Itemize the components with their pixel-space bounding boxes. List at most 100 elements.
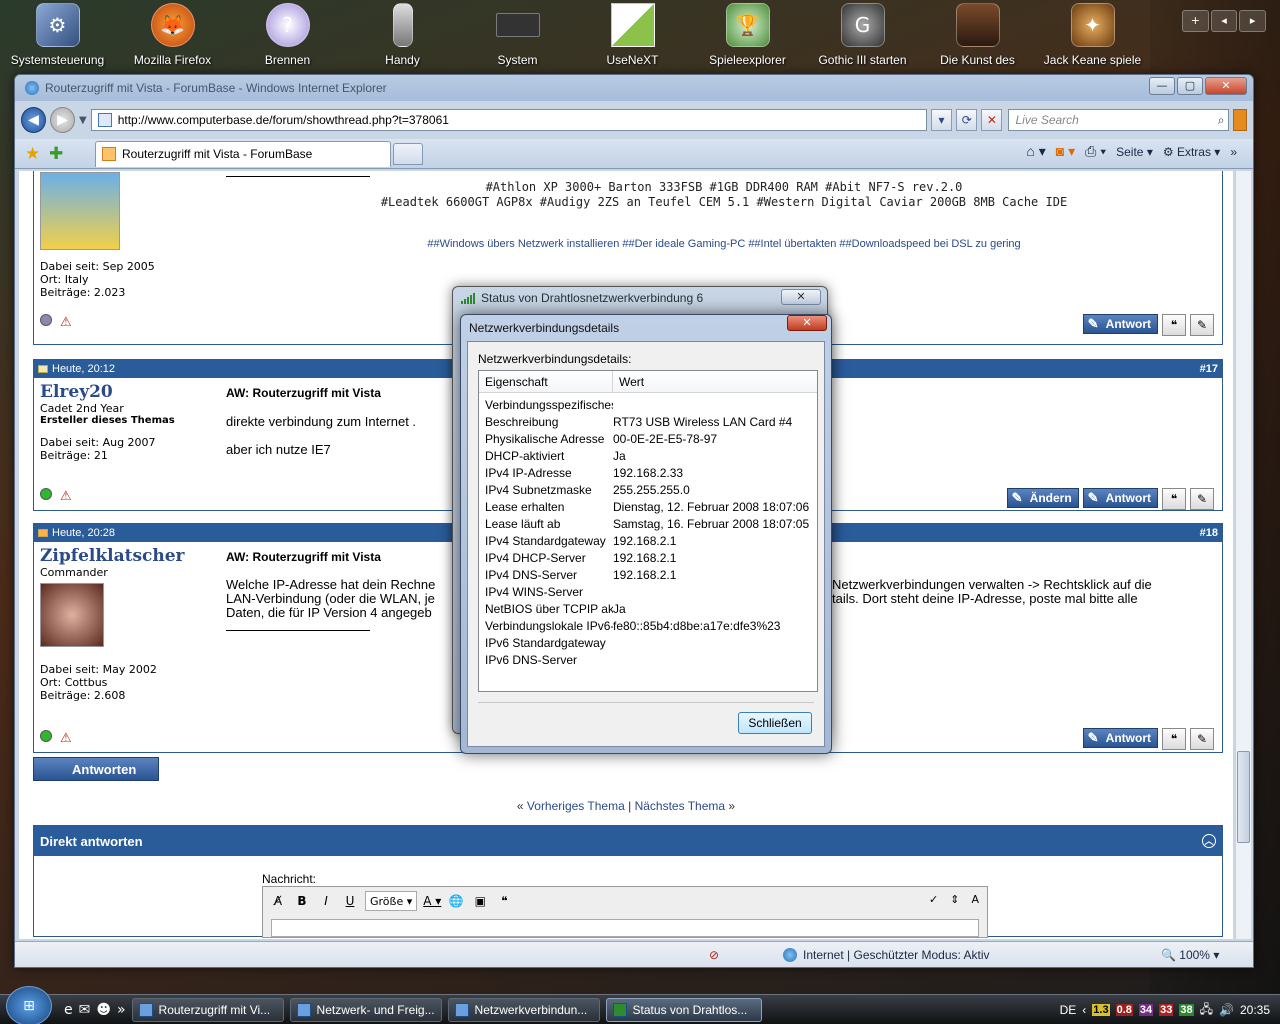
remove-format-icon[interactable]: A̸ xyxy=(269,891,287,911)
quick-reply-button[interactable]: ✎ xyxy=(1190,728,1214,750)
close-button[interactable]: ✕ xyxy=(781,289,821,305)
add-favorite-icon[interactable]: ✚ xyxy=(49,144,73,164)
details-row[interactable]: IPv4 IP-Adresse 192.168.2.33 xyxy=(479,465,817,482)
details-row[interactable]: NetBIOS über TCPIP ak... Ja xyxy=(479,601,817,618)
users-icon[interactable]: ☻ xyxy=(96,1002,111,1018)
details-row[interactable]: IPv4 Subnetzmaske 255.255.255.0 xyxy=(479,482,817,499)
post-number[interactable]: #17 xyxy=(1200,363,1218,375)
bold-button[interactable]: B xyxy=(293,891,311,911)
aendern-button[interactable]: Ändern xyxy=(1006,488,1079,508)
tab-forumbase[interactable]: Routerzugriff mit Vista - ForumBase xyxy=(95,140,391,167)
desktop-icon-systemsteuerung[interactable]: ⚙ Systemsteuerung xyxy=(0,0,115,78)
signature-links[interactable]: ##Windows übers Netzwerk installieren ##… xyxy=(224,238,1224,250)
popup-blocker-icon[interactable]: ⊘ xyxy=(709,948,719,962)
username[interactable]: Zipfelklatscher xyxy=(40,546,185,566)
search-options-button[interactable] xyxy=(1233,109,1247,131)
details-row[interactable]: Lease läuft ab Samstag, 16. Februar 2008 … xyxy=(479,516,817,533)
rss-icon[interactable]: ◙ ▾ xyxy=(1056,143,1075,160)
details-row[interactable]: Verbindungslokale IPv6-... fe80::85b4:d8b… xyxy=(479,618,817,635)
address-dropdown-button[interactable]: ▾ xyxy=(930,109,953,131)
column-header-wert[interactable]: Wert xyxy=(613,371,644,392)
close-button[interactable]: ✕ xyxy=(1205,77,1247,95)
address-bar[interactable]: http://www.computerbase.de/forum/showthr… xyxy=(90,109,927,131)
schliessen-button[interactable]: Schließen xyxy=(738,712,812,734)
history-dropdown-icon[interactable]: ▼ xyxy=(79,115,87,126)
desktop-icon-jack-keane[interactable]: ✦ Jack Keane spiele xyxy=(1035,0,1150,78)
desktop-icon-brennen[interactable]: ? Brennen xyxy=(230,0,345,78)
desktop-icon-kunst[interactable]: Die Kunst des xyxy=(920,0,1035,78)
favorites-star-icon[interactable]: ★ xyxy=(25,144,49,164)
collapse-icon[interactable]: ︿ xyxy=(1202,834,1216,848)
message-textarea[interactable] xyxy=(271,919,979,937)
switch-editor-icon[interactable]: A xyxy=(971,893,979,906)
next-thread-link[interactable]: Nächstes Thema xyxy=(635,799,726,813)
chevron-icon[interactable]: » xyxy=(1230,145,1237,159)
details-list[interactable]: Eigenschaft Wert Verbindungsspezifisches… xyxy=(478,370,818,692)
print-icon[interactable]: ⎙ ▾ xyxy=(1085,143,1106,160)
sidebar-prev-button[interactable]: ◂ xyxy=(1210,10,1238,32)
details-row[interactable]: IPv4 DNS-Server 192.168.2.1 xyxy=(479,567,817,584)
details-row[interactable]: Verbindungsspezifisches... xyxy=(479,397,817,414)
details-row[interactable]: IPv4 DHCP-Server 192.168.2.1 xyxy=(479,550,817,567)
ie-titlebar[interactable]: Routerzugriff mit Vista - ForumBase - Wi… xyxy=(15,75,1253,101)
quote-button[interactable]: ❝ xyxy=(1162,314,1186,336)
desktop-icon-system[interactable]: System xyxy=(460,0,575,78)
desktop-icon-gothic[interactable]: G Gothic III starten xyxy=(805,0,920,78)
antwort-button[interactable]: Antwort xyxy=(1082,488,1158,508)
search-input[interactable]: Live Search ⌕ xyxy=(1008,109,1230,131)
antwort-button[interactable]: Antwort xyxy=(1082,314,1158,334)
spellcheck-icon[interactable]: ✓ xyxy=(929,893,938,906)
volume-icon[interactable]: 🔊 xyxy=(1219,1003,1234,1017)
language-indicator[interactable]: DE xyxy=(1060,1003,1077,1017)
task-status-dialog[interactable]: Status von Drahtlos... xyxy=(605,997,762,1022)
quote-icon[interactable]: ❝ xyxy=(495,891,513,911)
quick-reply-button[interactable]: ✎ xyxy=(1190,488,1214,510)
mail-icon[interactable]: ✉ xyxy=(79,1002,91,1018)
prev-thread-link[interactable]: Vorheriges Thema xyxy=(527,799,625,813)
details-row[interactable]: Lease erhalten Dienstag, 12. Februar 2008… xyxy=(479,499,817,516)
sidebar-add-button[interactable]: + xyxy=(1182,10,1209,32)
details-row[interactable]: DHCP-aktiviert Ja xyxy=(479,448,817,465)
desktop-icon-usenext[interactable]: UseNeXT xyxy=(575,0,690,78)
task-ie[interactable]: Routerzugriff mit Vi... xyxy=(131,997,284,1022)
details-row[interactable]: IPv4 WINS-Server xyxy=(479,584,817,601)
close-button[interactable]: ✕ xyxy=(787,315,827,331)
column-header-eigenschaft[interactable]: Eigenschaft xyxy=(479,371,613,392)
minimize-button[interactable]: — xyxy=(1149,77,1175,95)
username[interactable]: Elrey20 xyxy=(40,382,175,402)
details-row[interactable]: Beschreibung RT73 USB Wireless LAN Card #… xyxy=(479,414,817,431)
new-tab-button[interactable] xyxy=(393,142,423,165)
desktop-icon-spieleexplorer[interactable]: 🏆 Spieleexplorer xyxy=(690,0,805,78)
underline-button[interactable]: U xyxy=(341,891,359,911)
stop-button[interactable]: ✕ xyxy=(981,109,1003,131)
quote-button[interactable]: ❝ xyxy=(1162,728,1186,750)
vertical-scrollbar[interactable] xyxy=(1235,171,1251,939)
desktop-icon-firefox[interactable]: 🦊 Mozilla Firefox xyxy=(115,0,230,78)
ie-quicklaunch-icon[interactable]: e xyxy=(64,1002,73,1018)
report-icon[interactable]: ⚠ xyxy=(60,731,72,746)
tray-expand-icon[interactable]: ‹ xyxy=(1082,1003,1086,1017)
details-row[interactable]: Physikalische Adresse 00-0E-2E-E5-78-97 xyxy=(479,431,817,448)
start-button[interactable]: ⊞ xyxy=(6,985,52,1024)
chevron-icon[interactable]: » xyxy=(117,1002,126,1018)
details-row[interactable]: IPv6 DNS-Server xyxy=(479,652,817,669)
resize-icon[interactable]: ⇕ xyxy=(950,893,959,906)
italic-button[interactable]: I xyxy=(317,891,335,911)
back-button[interactable]: ◀ xyxy=(21,107,46,133)
seite-menu[interactable]: Seite ▾ xyxy=(1116,145,1153,159)
link-icon[interactable]: 🌐 xyxy=(447,891,465,911)
font-size-select[interactable]: Größe ▾ xyxy=(365,891,418,911)
forward-button[interactable]: ▶ xyxy=(50,107,75,133)
details-row[interactable]: IPv6 Standardgateway xyxy=(479,635,817,652)
message-editor[interactable]: A̸ B I U Größe ▾ A ▾ 🌐 ▣ ❝ ✓ ⇕ A xyxy=(262,886,988,938)
details-row[interactable]: IPv4 Standardgateway 192.168.2.1 xyxy=(479,533,817,550)
desktop-icon-handy[interactable]: Handy xyxy=(345,0,460,78)
home-icon[interactable]: ⌂ ▾ xyxy=(1026,143,1045,160)
antworten-button[interactable]: Antworten xyxy=(33,757,159,781)
refresh-button[interactable]: ⟳ xyxy=(956,109,978,131)
maximize-button[interactable]: ▢ xyxy=(1177,77,1203,95)
antwort-button[interactable]: Antwort xyxy=(1082,728,1158,748)
post-number[interactable]: #18 xyxy=(1200,527,1218,539)
search-icon[interactable]: ⌕ xyxy=(1218,113,1225,128)
clock[interactable]: 20:35 xyxy=(1240,1003,1270,1017)
